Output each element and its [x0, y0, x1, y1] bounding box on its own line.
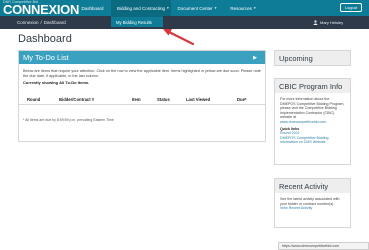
recent-activity-body: See the latest activity associated with … — [275, 193, 350, 214]
user-icon — [313, 20, 318, 25]
recent-activity-text: See the latest activity associated with … — [280, 197, 340, 206]
column-item[interactable]: Item — [132, 97, 141, 102]
cbic-text: For more information about the DMEPOS Co… — [280, 97, 345, 120]
cbic-website-link[interactable]: www.dmecompetitivebid.com — [280, 120, 345, 125]
recent-activity-title: Recent Activity — [275, 179, 350, 193]
chevron-down-icon: ▾ — [214, 6, 217, 10]
breadcrumb: Connexion / Dashboard — [17, 16, 66, 29]
todo-table-header: Round Bidder/Contract # Item Status Last… — [19, 96, 265, 105]
column-due[interactable]: Due* — [237, 97, 247, 102]
column-status[interactable]: Status — [157, 97, 170, 102]
nav-dashboard[interactable]: Dashboard — [74, 0, 111, 16]
nav-bidding-and-contracting[interactable]: Bidding and Contracting ▾ — [111, 0, 171, 16]
chevron-down-icon: ▾ — [167, 6, 169, 10]
upcoming-title: Upcoming — [275, 51, 350, 65]
todo-footnote: * All items are due by 8:59:59 p.m. prev… — [23, 118, 114, 122]
bidding-dropdown-menu: My Bidding Results — [111, 16, 163, 27]
recent-activity-card: Recent Activity See the latest activity … — [274, 178, 351, 228]
breadcrumb-connexion[interactable]: Connexion — [17, 20, 39, 25]
upcoming-card: Upcoming — [274, 50, 351, 66]
quick-link-cms-website[interactable]: DMEPOS Competitive Bidding information o… — [280, 136, 345, 145]
todo-panel: My To-Do List ▶ Below are items that req… — [18, 50, 266, 142]
browser-status-url: https://www.dmecompetitivebid.com — [278, 242, 369, 250]
user-name: Mary Helsley — [320, 20, 344, 25]
nav-document-center-label: Document Center — [177, 5, 213, 11]
top-header: DNR Competitive Bid CONNEXION Dashboard … — [0, 0, 369, 16]
breadcrumb-dashboard: Dashboard — [43, 20, 66, 25]
todo-panel-header[interactable]: My To-Do List ▶ — [19, 51, 265, 64]
chevron-down-icon: ▾ — [253, 6, 256, 10]
chevron-right-icon: ▶ — [253, 54, 257, 61]
nav-resources-label: Resources — [230, 5, 252, 11]
column-round[interactable]: Round — [27, 97, 40, 102]
todo-title: My To-Do List — [23, 53, 69, 62]
main-nav: Dashboard Bidding and Contracting ▾ Docu… — [74, 0, 263, 16]
nav-document-center[interactable]: Document Center ▾ — [171, 0, 223, 16]
todo-description: Below are items that require your attent… — [23, 69, 261, 78]
view-recent-activity-link[interactable]: View Recent Activity — [280, 206, 345, 211]
annotation-arrow-icon — [163, 29, 195, 46]
cbic-body: For more information about the DMEPOS Co… — [275, 93, 350, 148]
column-bidder-contract[interactable]: Bidder/Contract # — [59, 97, 94, 102]
user-menu[interactable]: Mary Helsley — [313, 16, 343, 29]
page-title: Dashboard — [18, 33, 72, 45]
nav-bidding-label: Bidding and Contracting — [117, 5, 166, 11]
breadcrumb-separator: / — [40, 20, 42, 25]
nav-resources[interactable]: Resources ▾ — [223, 0, 263, 16]
cbic-title: CBIC Program Info — [275, 79, 350, 93]
column-last-viewed[interactable]: Last Viewed — [186, 97, 210, 102]
nav-dashboard-label: Dashboard — [81, 5, 104, 11]
todo-subtitle: Currently showing All To-Do Items. — [23, 80, 90, 85]
dropdown-item-my-bidding-results[interactable]: My Bidding Results — [116, 20, 152, 25]
cbic-card: CBIC Program Info For more information a… — [274, 78, 351, 165]
logout-button[interactable]: Logout — [340, 3, 362, 12]
logo-text: CONNEXION — [3, 2, 80, 17]
